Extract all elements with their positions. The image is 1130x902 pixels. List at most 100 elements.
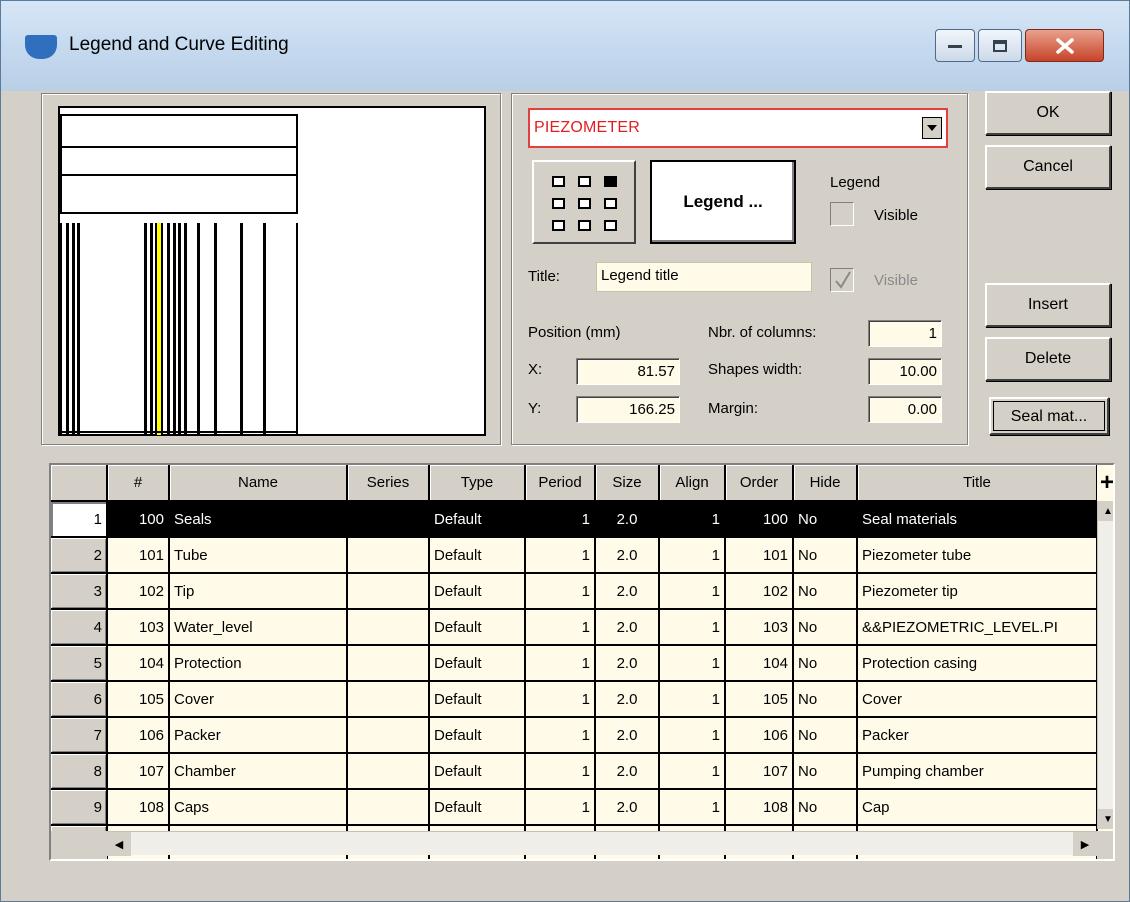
row-period[interactable]: 1 <box>525 753 596 790</box>
row-order[interactable]: 104 <box>725 645 794 682</box>
row-period[interactable]: 1 <box>525 573 596 610</box>
row-number[interactable]: 1 <box>51 501 108 538</box>
row-order[interactable]: 101 <box>725 537 794 574</box>
legend-visible-checkbox[interactable] <box>830 202 854 226</box>
row-size[interactable]: 2.0 <box>595 573 660 610</box>
legend-settings-button[interactable]: Legend ... <box>650 160 796 244</box>
row-name[interactable]: Tip <box>169 573 348 610</box>
x-position-input[interactable]: 81.57 <box>576 358 680 385</box>
row-series[interactable] <box>347 717 430 754</box>
row-name[interactable]: Cover <box>169 681 348 718</box>
maximize-button[interactable] <box>978 29 1022 62</box>
scroll-left-icon[interactable]: ◀ <box>107 832 131 856</box>
row-period[interactable]: 1 <box>525 537 596 574</box>
position-cell[interactable] <box>578 220 591 231</box>
position-cell[interactable] <box>552 220 565 231</box>
row-type[interactable]: Default <box>429 501 526 538</box>
seal-materials-button[interactable]: Seal mat... <box>989 397 1109 435</box>
row-size[interactable]: 2.0 <box>595 789 660 826</box>
row-id[interactable]: 102 <box>107 573 170 610</box>
row-size[interactable]: 2.0 <box>595 753 660 790</box>
row-align[interactable]: 1 <box>659 573 726 610</box>
row-name[interactable]: Packer <box>169 717 348 754</box>
row-type[interactable]: Default <box>429 753 526 790</box>
table-row[interactable]: 3 102 Tip Default 1 2.0 1 102 No Piezometer tip <box>51 573 1098 610</box>
row-period[interactable]: 1 <box>525 645 596 682</box>
row-hide[interactable]: No <box>793 645 858 682</box>
row-size[interactable]: 2.0 <box>595 717 660 754</box>
row-number[interactable]: 9 <box>51 789 108 826</box>
add-column-button[interactable]: + <box>1097 465 1113 501</box>
row-hide[interactable]: No <box>793 717 858 754</box>
table-row[interactable]: 8 107 Chamber Default 1 2.0 1 107 No Pumping cham… <box>51 753 1098 790</box>
column-header[interactable]: Size <box>595 465 660 502</box>
row-size[interactable]: 2.0 <box>595 609 660 646</box>
row-period[interactable]: 1 <box>525 717 596 754</box>
row-type[interactable]: Default <box>429 789 526 826</box>
row-id[interactable]: 104 <box>107 645 170 682</box>
row-size[interactable]: 2.0 <box>595 501 660 538</box>
row-number[interactable]: 3 <box>51 573 108 610</box>
row-name[interactable]: Chamber <box>169 753 348 790</box>
cancel-button[interactable]: Cancel <box>985 145 1111 189</box>
column-header[interactable]: Title <box>857 465 1098 502</box>
scroll-right-icon[interactable]: ▶ <box>1073 832 1097 856</box>
row-align[interactable]: 1 <box>659 681 726 718</box>
table-row[interactable]: 5 104 Protection Default 1 2.0 1 104 No Protectio… <box>51 645 1098 682</box>
row-series[interactable] <box>347 681 430 718</box>
margin-input[interactable]: 0.00 <box>868 396 942 423</box>
scroll-up-icon[interactable]: ▲ <box>1098 501 1113 521</box>
row-order[interactable]: 107 <box>725 753 794 790</box>
row-title[interactable]: &&PIEZOMETRIC_LEVEL.PI <box>857 609 1098 646</box>
row-type[interactable]: Default <box>429 609 526 646</box>
scroll-down-icon[interactable]: ▼ <box>1098 809 1113 829</box>
row-hide[interactable]: No <box>793 789 858 826</box>
row-order[interactable]: 106 <box>725 717 794 754</box>
row-number[interactable]: 6 <box>51 681 108 718</box>
corner-cell[interactable] <box>51 465 108 502</box>
column-header[interactable]: Series <box>347 465 430 502</box>
table-row[interactable]: 6 105 Cover Default 1 2.0 1 105 No Cover <box>51 681 1098 718</box>
title-visible-checkbox[interactable] <box>830 268 854 292</box>
row-align[interactable]: 1 <box>659 645 726 682</box>
row-name[interactable]: Water_level <box>169 609 348 646</box>
row-title[interactable]: Cover <box>857 681 1098 718</box>
column-header[interactable]: Align <box>659 465 726 502</box>
row-series[interactable] <box>347 645 430 682</box>
row-order[interactable]: 103 <box>725 609 794 646</box>
row-title[interactable]: Packer <box>857 717 1098 754</box>
row-type[interactable]: Default <box>429 681 526 718</box>
table-row[interactable]: 9 108 Caps Default 1 2.0 1 108 No Cap <box>51 789 1098 826</box>
legend-type-combo[interactable]: PIEZOMETER <box>528 108 948 148</box>
row-size[interactable]: 2.0 <box>595 537 660 574</box>
row-hide[interactable]: No <box>793 609 858 646</box>
row-id[interactable]: 105 <box>107 681 170 718</box>
table-row[interactable]: 1 100 Seals Default 1 2.0 1 100 No Seal materials <box>51 501 1098 538</box>
row-series[interactable] <box>347 537 430 574</box>
row-id[interactable]: 103 <box>107 609 170 646</box>
horizontal-scrollbar[interactable]: ◀ ▶ <box>107 831 1097 856</box>
row-id[interactable]: 107 <box>107 753 170 790</box>
row-hide[interactable]: No <box>793 753 858 790</box>
row-series[interactable] <box>347 753 430 790</box>
ok-button[interactable]: OK <box>985 91 1111 135</box>
row-hide[interactable]: No <box>793 573 858 610</box>
row-hide[interactable]: No <box>793 537 858 574</box>
row-number[interactable]: 2 <box>51 537 108 574</box>
column-header[interactable]: Hide <box>793 465 858 502</box>
position-cell[interactable] <box>604 220 617 231</box>
row-number[interactable]: 4 <box>51 609 108 646</box>
row-type[interactable]: Default <box>429 645 526 682</box>
row-align[interactable]: 1 <box>659 789 726 826</box>
position-cell[interactable] <box>552 198 565 209</box>
insert-button[interactable]: Insert <box>985 283 1111 327</box>
row-size[interactable]: 2.0 <box>595 645 660 682</box>
position-cell[interactable] <box>578 176 591 187</box>
row-name[interactable]: Seals <box>169 501 348 538</box>
row-size[interactable]: 2.0 <box>595 681 660 718</box>
row-series[interactable] <box>347 573 430 610</box>
table-row[interactable]: 4 103 Water_level Default 1 2.0 1 103 No &&PIEZOM… <box>51 609 1098 646</box>
row-align[interactable]: 1 <box>659 717 726 754</box>
row-type[interactable]: Default <box>429 717 526 754</box>
row-title[interactable]: Piezometer tip <box>857 573 1098 610</box>
